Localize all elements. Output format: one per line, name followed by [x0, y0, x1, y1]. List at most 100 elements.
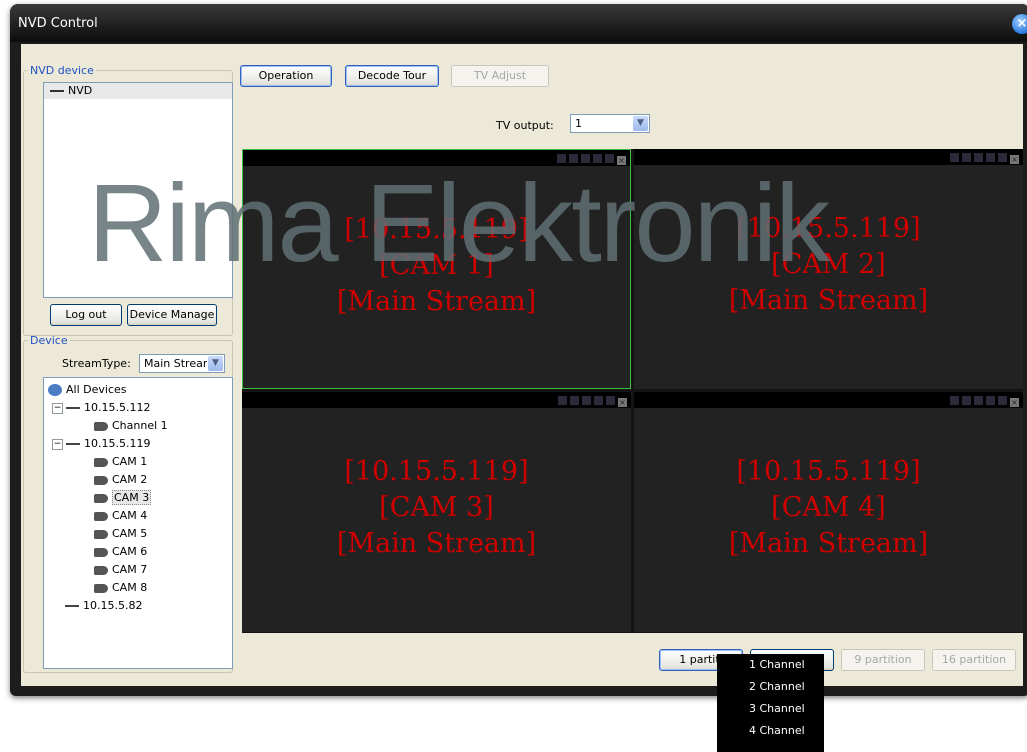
cam-label: CAM 8: [112, 581, 148, 594]
close-icon[interactable]: ×: [618, 398, 627, 407]
device-label: 10.15.5.82: [83, 599, 143, 612]
camera-icon: [94, 565, 108, 575]
menu-item-1-channel[interactable]: 1 Channel: [717, 654, 824, 676]
cell-stream: [Main Stream]: [728, 528, 929, 559]
tree-cam[interactable]: CAM 7: [94, 562, 147, 578]
collapse-icon[interactable]: −: [52, 402, 63, 414]
cell-stream: [Main Stream]: [336, 286, 537, 317]
video-cell-4[interactable]: × [10.15.5.119] [CAM 4] [Main Stream]: [634, 392, 1023, 632]
cell-toolbar: ×: [634, 149, 1023, 165]
stream-type-select[interactable]: Main Strear ▼: [139, 354, 225, 373]
tv-output-label: TV output:: [496, 119, 554, 132]
control-icon[interactable]: [962, 153, 971, 162]
control-icon[interactable]: [581, 154, 590, 163]
tree-cam[interactable]: CAM 8: [94, 580, 147, 596]
client-area: NVD device NVD Log out Device Manage Dev…: [21, 44, 1023, 686]
control-icon[interactable]: [606, 396, 615, 405]
list-item[interactable]: NVD: [44, 83, 232, 99]
cell-ip: [10.15.5.119]: [344, 214, 529, 245]
cell-cam: [CAM 4]: [771, 492, 886, 523]
cam-label: CAM 7: [112, 563, 148, 576]
partition-9-button[interactable]: 9 partition: [841, 649, 925, 671]
control-icon[interactable]: [950, 396, 959, 405]
control-icon[interactable]: [569, 154, 578, 163]
tree-device-10-15-5-112[interactable]: − 10.15.5.112: [52, 400, 150, 416]
chevron-down-icon[interactable]: ▼: [633, 116, 648, 131]
control-icon[interactable]: [558, 396, 567, 405]
control-icon[interactable]: [950, 153, 959, 162]
tree-root[interactable]: All Devices: [48, 382, 126, 398]
close-icon[interactable]: ×: [617, 156, 626, 165]
partition-16-button[interactable]: 16 partition: [932, 649, 1016, 671]
video-cell-2[interactable]: × [10.15.5.119] [CAM 2] [Main Stream]: [634, 149, 1023, 389]
nvd-control-window: NVD Control × NVD device NVD Log out Dev…: [10, 4, 1027, 696]
cell-overlay-text: [10.15.5.119] [CAM 2] [Main Stream]: [634, 211, 1023, 319]
camera-icon: [94, 475, 108, 485]
close-icon[interactable]: ×: [1010, 398, 1019, 407]
device-label: 10.15.5.112: [84, 401, 151, 414]
nvd-item-label: NVD: [68, 84, 93, 97]
control-icon[interactable]: [557, 154, 566, 163]
device-icon: [65, 605, 79, 607]
tree-device-10-15-5-119[interactable]: − 10.15.5.119: [52, 436, 150, 452]
menu-item-3-channel[interactable]: 3 Channel: [717, 698, 824, 720]
cell-overlay-text: [10.15.5.119] [CAM 3] [Main Stream]: [242, 454, 631, 562]
control-icon[interactable]: [986, 153, 995, 162]
close-icon[interactable]: ×: [1010, 155, 1019, 164]
camera-icon: [94, 529, 108, 539]
video-cell-1[interactable]: × [10.15.5.119] [CAM 1] [Main Stream]: [242, 149, 631, 389]
tree-cam[interactable]: CAM 5: [94, 526, 147, 542]
cell-cam: [CAM 3]: [379, 492, 494, 523]
nvd-device-legend: NVD device: [30, 64, 94, 77]
cell-ip: [10.15.5.119]: [344, 456, 529, 487]
cell-toolbar: ×: [242, 392, 631, 408]
tree-device-10-15-5-82[interactable]: 10.15.5.82: [65, 598, 142, 614]
tab-tv-adjust[interactable]: TV Adjust: [451, 65, 549, 87]
title-bar[interactable]: NVD Control ×: [10, 4, 1027, 42]
tree-channel[interactable]: Channel 1: [94, 418, 168, 434]
camera-icon: [94, 421, 108, 431]
device-manage-button[interactable]: Device Manage: [127, 304, 217, 326]
tree-cam[interactable]: CAM 6: [94, 544, 147, 560]
tree-cam[interactable]: CAM 1: [94, 454, 147, 470]
logout-button[interactable]: Log out: [50, 304, 122, 326]
control-icon[interactable]: [594, 396, 603, 405]
menu-item-4-channel[interactable]: 4 Channel: [717, 720, 824, 742]
control-icon[interactable]: [974, 396, 983, 405]
camera-icon: [94, 511, 108, 521]
control-icon[interactable]: [605, 154, 614, 163]
window-title: NVD Control: [18, 16, 98, 31]
cell-overlay-text: [10.15.5.119] [CAM 4] [Main Stream]: [634, 454, 1023, 562]
stream-type-label: StreamType:: [62, 357, 131, 370]
device-tree: All Devices − 10.15.5.112 Channel 1 − 10.1…: [43, 377, 233, 669]
control-icon[interactable]: [998, 396, 1007, 405]
control-icon[interactable]: [986, 396, 995, 405]
device-icon: [66, 407, 80, 409]
users-icon: [48, 384, 62, 396]
collapse-icon[interactable]: −: [52, 438, 63, 450]
cam-label: CAM 2: [112, 473, 148, 486]
tv-output-select[interactable]: 1 ▼: [570, 114, 650, 133]
tree-cam[interactable]: CAM 3: [94, 490, 152, 506]
cam-label: CAM 1: [112, 455, 148, 468]
tree-cam[interactable]: CAM 4: [94, 508, 147, 524]
control-icon[interactable]: [582, 396, 591, 405]
video-cell-3[interactable]: × [10.15.5.119] [CAM 3] [Main Stream]: [242, 392, 631, 632]
control-icon[interactable]: [974, 153, 983, 162]
cell-stream: [Main Stream]: [336, 528, 537, 559]
tab-operation[interactable]: Operation: [240, 65, 332, 87]
chevron-down-icon[interactable]: ▼: [208, 356, 223, 371]
cell-stream: [Main Stream]: [728, 285, 929, 316]
camera-icon: [94, 583, 108, 593]
control-icon[interactable]: [593, 154, 602, 163]
channel-label: Channel 1: [112, 419, 168, 432]
control-icon[interactable]: [570, 396, 579, 405]
close-icon[interactable]: ×: [1012, 14, 1027, 34]
device-legend: Device: [30, 334, 68, 347]
menu-item-2-channel[interactable]: 2 Channel: [717, 676, 824, 698]
cell-toolbar: ×: [243, 150, 630, 166]
control-icon[interactable]: [962, 396, 971, 405]
tab-decode-tour[interactable]: Decode Tour: [345, 65, 439, 87]
control-icon[interactable]: [998, 153, 1007, 162]
tree-cam[interactable]: CAM 2: [94, 472, 147, 488]
